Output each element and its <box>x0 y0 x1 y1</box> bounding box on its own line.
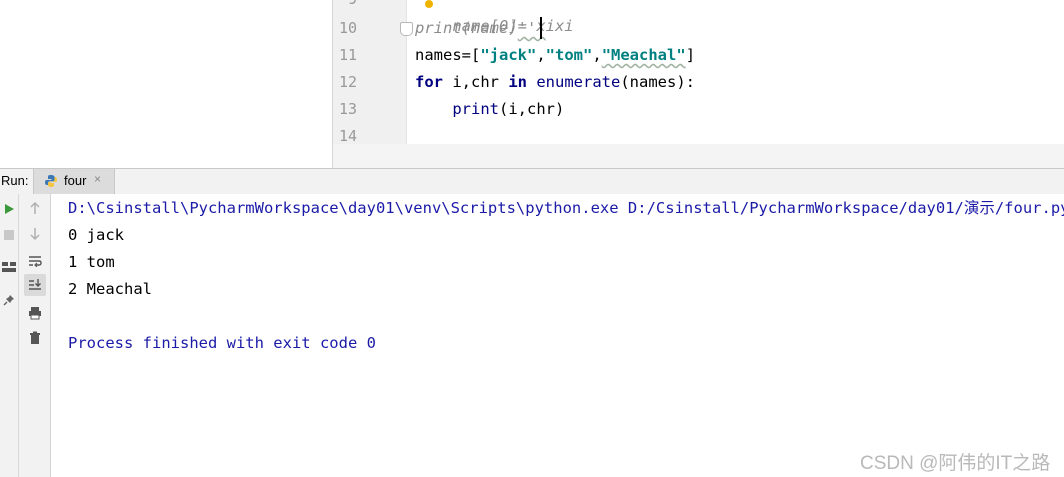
console-output-line: 2 Meachal <box>68 280 152 298</box>
console-exit-message: Process finished with exit code 0 <box>68 334 376 352</box>
code-line-11: names=["jack","tom","Meachal"] <box>407 42 695 69</box>
tab-label: four <box>64 173 87 188</box>
code-punct: , <box>592 46 602 64</box>
code-line-13: print(i,chr) <box>407 96 564 123</box>
trash-icon[interactable] <box>24 327 46 349</box>
console-command-line: D:\Csinstall\PycharmWorkspace\day01\venv… <box>68 199 1064 217</box>
print-icon[interactable] <box>24 302 46 324</box>
line-number-9: 9 <box>333 0 357 13</box>
code-var: names=[ <box>415 46 481 64</box>
string-literal: "tom" <box>545 46 593 64</box>
code-line-12: for i,chr in enumerate(names): <box>407 69 695 96</box>
scroll-to-end-icon[interactable] <box>24 274 46 296</box>
code-punct: , <box>536 46 546 64</box>
builtin-function: print <box>452 100 499 118</box>
editor-bottom-area <box>333 144 1064 168</box>
string-literal: "Meachal" <box>601 46 686 64</box>
pin-icon[interactable] <box>0 289 20 311</box>
code-punct: ] <box>685 46 696 64</box>
builtin-function: enumerate <box>536 73 621 91</box>
code-editor[interactable]: name[0]= xixi print(name)''' names=["jac… <box>407 0 1064 144</box>
keyword: for <box>415 73 443 91</box>
text-caret <box>540 17 542 39</box>
console-output-line: 1 tom <box>68 253 115 271</box>
down-arrow-icon[interactable] <box>24 223 46 245</box>
comment-text: print(name) <box>415 19 518 37</box>
editor-left-empty-area <box>0 0 333 168</box>
lightbulb-icon[interactable] <box>425 0 433 8</box>
code-args: (names): <box>620 73 695 91</box>
keyword: in <box>508 73 527 91</box>
stop-icon[interactable] <box>0 224 20 246</box>
layout-icon[interactable] <box>0 256 20 278</box>
soft-wrap-icon[interactable] <box>24 250 46 272</box>
line-number-12: 12 <box>338 73 357 91</box>
rerun-icon[interactable] <box>0 198 20 220</box>
up-arrow-icon[interactable] <box>24 197 46 219</box>
code-line-10: print(name)''' <box>407 15 546 42</box>
string-literal: "jack" <box>480 46 537 64</box>
run-tab-four[interactable]: four × <box>33 169 115 194</box>
code-var: i,chr <box>443 73 509 91</box>
fold-marker-icon[interactable] <box>400 22 413 36</box>
line-number-10: 10 <box>338 19 357 37</box>
console-action-strip <box>19 194 51 477</box>
code-args: (i,chr) <box>499 100 565 118</box>
close-icon[interactable]: × <box>94 172 101 186</box>
run-console-output[interactable]: D:\Csinstall\PycharmWorkspace\day01\venv… <box>51 194 1064 477</box>
run-label: Run: <box>1 173 29 188</box>
watermark: CSDN @阿伟的IT之路 <box>860 453 1051 474</box>
console-output-line: 0 jack <box>68 226 124 244</box>
line-number-gutter[interactable]: 9 10 11 12 13 14 <box>333 0 407 145</box>
line-number-13: 13 <box>338 100 357 118</box>
line-number-11: 11 <box>338 46 357 64</box>
run-action-strip <box>0 194 19 477</box>
run-toolwindow-header: Run: four × <box>0 168 1064 195</box>
python-icon <box>45 175 57 187</box>
